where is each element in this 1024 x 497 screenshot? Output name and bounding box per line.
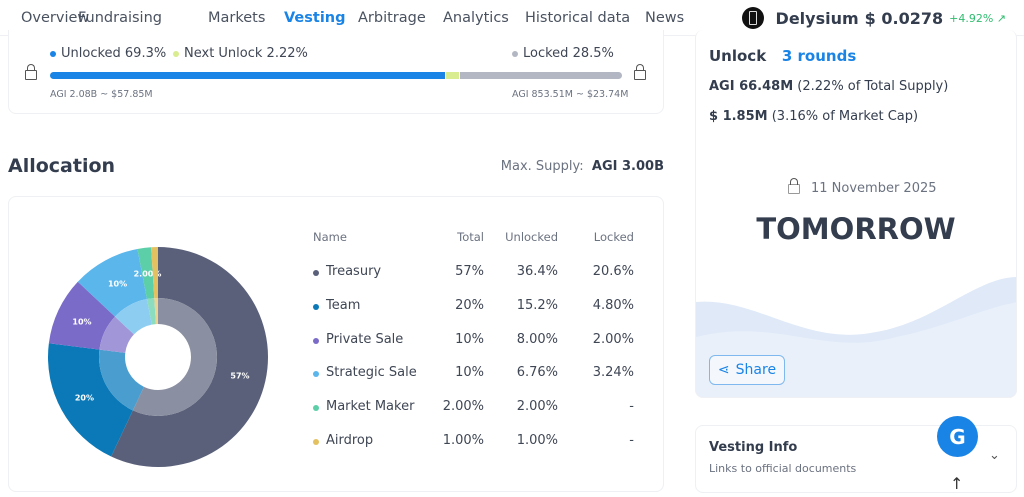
cell-locked: 4.80% <box>592 297 634 313</box>
coin-header: Delysium $ 0.0278 +4.92% ↗ <box>741 7 1006 29</box>
scroll-top-button[interactable]: ↑ <box>950 474 963 493</box>
column-header: Total <box>457 230 484 244</box>
unlock-usd: $ 1.85M (3.16% of Market Cap) <box>709 109 919 124</box>
progress-bar <box>50 72 623 79</box>
tab-fundraising[interactable]: Fundraising <box>78 10 162 26</box>
cell-total: 57% <box>455 264 484 279</box>
rounds-link[interactable]: 3 rounds <box>782 47 856 65</box>
cell-locked: 2.00% <box>592 331 634 347</box>
tab-news[interactable]: News <box>645 10 684 26</box>
column-header: Locked <box>593 230 634 244</box>
share-icon: ⋖ <box>717 362 730 378</box>
locked-lock-icon <box>634 64 646 80</box>
cell-locked: 20.6% <box>592 264 634 279</box>
coin-logo <box>741 7 764 29</box>
cell-locked: - <box>629 399 634 415</box>
progress-unlocked <box>50 72 445 79</box>
legend-next-unlock: Next Unlock 2.22% <box>173 46 308 61</box>
legend-dot <box>313 303 319 310</box>
cell-unlocked: 15.2% <box>516 297 558 313</box>
cell-total: 1.00% <box>442 433 484 448</box>
slice-label: 20% <box>75 393 94 402</box>
cell-unlocked: 1.00% <box>516 433 558 448</box>
vesting-info-title: Vesting Info <box>709 440 798 455</box>
progress-next <box>445 72 459 79</box>
slice-label: 10% <box>108 279 127 288</box>
cell-locked: 3.24% <box>592 365 634 381</box>
unlock-amount: AGI 66.48M (2.22% of Total Supply) <box>709 79 949 94</box>
lock-open-icon <box>788 178 800 194</box>
slice-label: 57% <box>230 371 249 380</box>
arrow-up-right-icon: ↗ <box>996 11 1006 25</box>
coin-price: $ 0.0278 <box>864 8 944 28</box>
tab-historical-data[interactable]: Historical data <box>525 10 630 26</box>
cell-unlocked: 6.76% <box>516 365 558 381</box>
cell-total: 10% <box>455 365 484 381</box>
column-header: Name <box>313 230 347 244</box>
vesting-info-subtitle: Links to official documents <box>709 462 857 475</box>
refresh-fab-button[interactable]: G <box>937 416 978 457</box>
unlock-countdown: TOMORROW <box>756 212 956 246</box>
allocation-title: Allocation <box>8 155 116 177</box>
unlock-date: 11 November 2025 <box>811 181 937 196</box>
share-button[interactable]: ⋖ Share <box>709 355 785 385</box>
refresh-icon: G <box>949 424 966 449</box>
cell-total: 2.00% <box>442 399 484 415</box>
price-change: +4.92% ↗ <box>949 11 1006 25</box>
cell-name: Market Maker <box>326 399 415 415</box>
tab-vesting[interactable]: Vesting <box>284 10 346 36</box>
cell-unlocked: 8.00% <box>516 331 558 347</box>
cell-total: 20% <box>455 297 484 313</box>
cell-name: Treasury <box>326 264 382 279</box>
cell-locked: - <box>629 433 634 448</box>
cell-unlocked: 36.4% <box>516 264 558 279</box>
allocation-donut-chart: 57%20%10%10%2.00% <box>48 247 269 468</box>
coin-name: Delysium <box>775 8 859 28</box>
chevron-down-icon[interactable]: ⌄ <box>989 448 1000 463</box>
cell-name: Airdrop <box>326 433 374 448</box>
legend-dot <box>313 337 319 344</box>
cell-name: Private Sale <box>326 331 404 347</box>
legend-dot <box>313 270 319 276</box>
tab-analytics[interactable]: Analytics <box>443 10 509 26</box>
legend-dot <box>313 439 319 445</box>
cell-unlocked: 2.00% <box>516 399 558 415</box>
cell-total: 10% <box>455 331 484 347</box>
max-supply: Max. Supply: AGI 3.00B <box>500 159 664 174</box>
tab-arbitrage[interactable]: Arbitrage <box>358 10 426 26</box>
cell-name: Team <box>326 297 361 313</box>
slice-label: 10% <box>72 317 91 326</box>
legend-unlocked: Unlocked 69.3% <box>50 46 166 61</box>
column-header: Unlocked <box>505 230 558 244</box>
unlock-heading: Unlock 3 rounds <box>709 47 857 65</box>
progress-locked <box>459 72 623 79</box>
unlocked-amount: AGI 2.08B ~ $57.85M <box>50 89 153 100</box>
legend-locked: Locked 28.5% <box>512 46 614 61</box>
tab-markets[interactable]: Markets <box>208 10 265 26</box>
unlocked-lock-icon <box>25 64 37 80</box>
locked-amount: AGI 853.51M ~ $23.74M <box>512 89 629 100</box>
